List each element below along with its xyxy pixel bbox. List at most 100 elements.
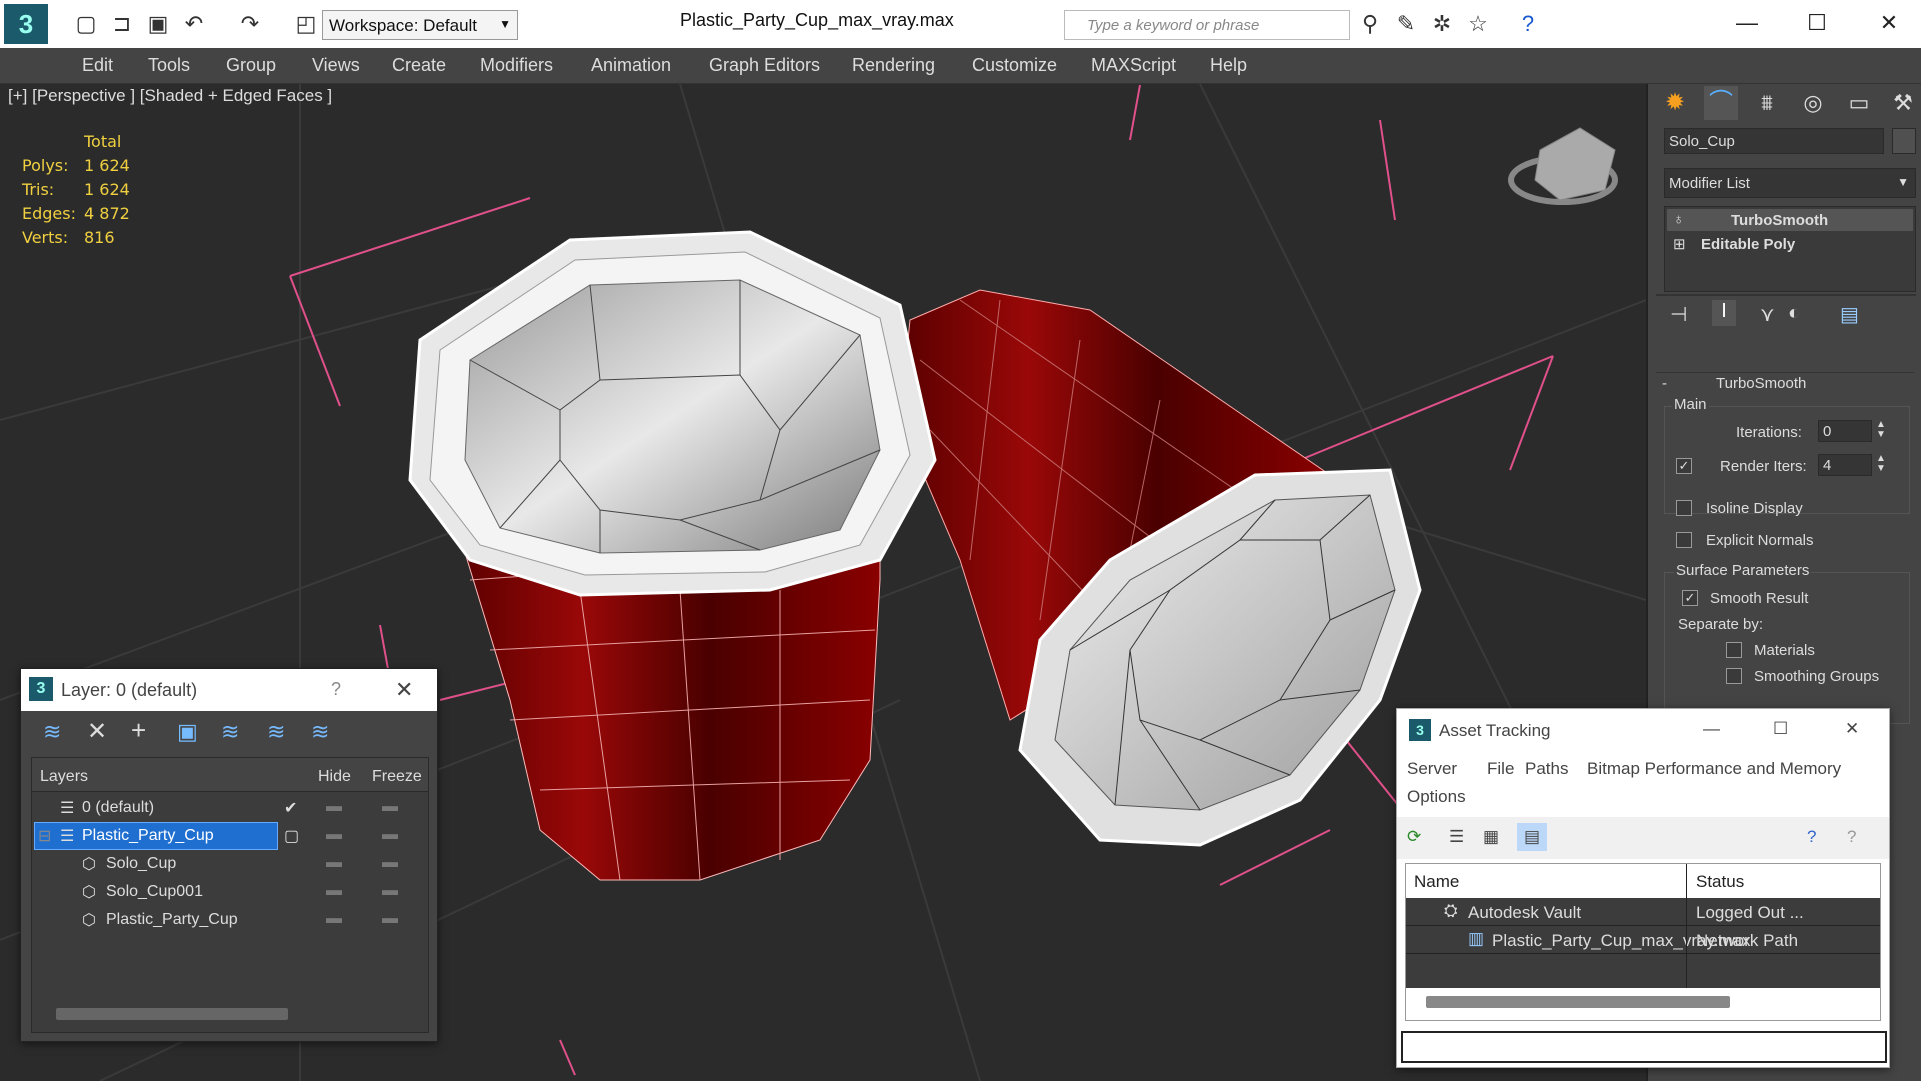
menu-modifiers[interactable]: Modifiers (480, 55, 553, 76)
object-color-swatch[interactable] (1892, 128, 1916, 154)
freeze-all-icon[interactable]: ≋ (311, 719, 329, 745)
save-icon[interactable]: ▣ (144, 10, 172, 38)
menu-create[interactable]: Create (392, 55, 446, 76)
hide-toggle[interactable]: ▬ (326, 826, 342, 844)
hide-toggle[interactable]: ▬ (326, 854, 342, 872)
col-name[interactable]: Name (1414, 872, 1459, 892)
menu-paths[interactable]: Paths (1525, 759, 1568, 779)
minimize-button[interactable]: — (1732, 8, 1762, 38)
freeze-toggle[interactable]: ▬ (382, 854, 398, 872)
project-folder-icon[interactable]: ◰ (292, 10, 320, 38)
menu-tools[interactable]: Tools (148, 55, 190, 76)
select-layer-icon[interactable]: ▣ (177, 719, 198, 745)
list-view-icon[interactable]: ☰ (1449, 827, 1464, 847)
menu-group[interactable]: Group (226, 55, 276, 76)
freeze-toggle[interactable]: ▬ (382, 882, 398, 900)
table-row[interactable]: ⬡ Plastic_Party_Cup ▬ ▬ (32, 906, 428, 934)
menu-help[interactable]: Help (1210, 55, 1247, 76)
hide-toggle[interactable]: ▬ (326, 910, 342, 928)
menu-customize[interactable]: Customize (972, 55, 1057, 76)
viewcube-widget[interactable] (1508, 127, 1618, 205)
make-unique-icon[interactable]: ⋎ (1760, 302, 1775, 327)
table-view-icon[interactable]: ▤ (1517, 823, 1547, 851)
new-file-icon[interactable]: ▢ (72, 10, 100, 38)
create-layer-icon[interactable]: ≋ (43, 719, 61, 745)
settings-help-icon[interactable]: ? (1847, 827, 1856, 847)
isoline-display-checkbox[interactable] (1676, 500, 1692, 516)
lightbulb-icon[interactable]: ♁ (1673, 211, 1684, 228)
table-row[interactable]: ⬡ Solo_Cup001 ▬ ▬ (32, 878, 428, 906)
highlight-layer-icon[interactable]: ≋ (221, 719, 239, 745)
hierarchy-tab-icon[interactable]: ⩩ (1750, 86, 1784, 120)
render-iters-checkbox[interactable]: ✓ (1676, 458, 1692, 474)
modifier-list-dropdown[interactable]: Modifier List ▼ (1664, 168, 1916, 198)
menu-server[interactable]: Server (1407, 759, 1457, 779)
menu-graph-editors[interactable]: Graph Editors (709, 55, 820, 76)
table-row[interactable]: ⛭ Autodesk Vault Logged Out ... (1406, 898, 1880, 926)
horizontal-scrollbar[interactable] (1426, 996, 1730, 1008)
community-icon[interactable]: ✲ (1428, 10, 1456, 38)
table-row[interactable]: ⊟ ☰ Plastic_Party_Cup ▢ ▬ ▬ (32, 822, 428, 850)
asset-info-field[interactable] (1401, 1031, 1887, 1063)
render-iters-spinner[interactable]: 4 (1818, 454, 1872, 476)
minimize-button[interactable]: — (1703, 719, 1720, 739)
maximize-button[interactable]: ☐ (1802, 8, 1832, 38)
search-input[interactable]: Type a keyword or phrase (1064, 10, 1350, 40)
expand-icon[interactable]: ⊞ (1673, 235, 1686, 253)
menu-options[interactable]: Options (1407, 787, 1466, 807)
remove-modifier-icon[interactable]: ◐ (1788, 302, 1800, 325)
horizontal-scrollbar[interactable] (56, 1008, 288, 1020)
modify-tab-icon[interactable]: ⌒ (1704, 86, 1738, 120)
smoothing-groups-checkbox[interactable] (1726, 668, 1742, 684)
col-hide[interactable]: Hide (318, 768, 351, 786)
undo-icon[interactable]: ↶ (180, 10, 208, 38)
table-row[interactable]: ☰ 0 (default) ✔ ▬ ▬ (32, 794, 428, 822)
refresh-icon[interactable]: ⟳ (1407, 827, 1421, 847)
freeze-toggle[interactable]: ▬ (382, 798, 398, 816)
close-button[interactable]: ✕ (395, 677, 413, 703)
spinner-arrows-icon[interactable]: ▲ ▼ (1876, 454, 1886, 474)
utilities-tab-icon[interactable]: ⚒ (1886, 86, 1920, 120)
delete-icon[interactable]: ✕ (87, 717, 107, 746)
help-icon[interactable]: ? (1807, 827, 1816, 847)
add-icon[interactable]: + (131, 715, 146, 746)
help-button[interactable]: ? (331, 679, 341, 700)
motion-tab-icon[interactable]: ◎ (1796, 86, 1830, 120)
stack-item-turbosmooth[interactable]: ♁ TurboSmooth (1667, 209, 1913, 231)
col-freeze[interactable]: Freeze (372, 768, 422, 786)
object-name-field[interactable]: Solo_Cup (1664, 128, 1884, 154)
menu-bitmap-performance[interactable]: Bitmap Performance and Memory (1587, 759, 1841, 779)
menu-animation[interactable]: Animation (591, 55, 671, 76)
close-button[interactable]: ✕ (1874, 8, 1904, 38)
layer-window-titlebar[interactable]: 3 Layer: 0 (default) ? ✕ (21, 669, 437, 711)
freeze-toggle[interactable]: ▬ (382, 826, 398, 844)
star-icon[interactable]: ☆ (1464, 10, 1492, 38)
display-tab-icon[interactable]: ▭ (1842, 86, 1876, 120)
thumbnail-view-icon[interactable]: ▦ (1483, 827, 1499, 847)
hide-all-icon[interactable]: ≋ (267, 719, 285, 745)
help-icon[interactable]: ? (1514, 10, 1542, 38)
materials-checkbox[interactable] (1726, 642, 1742, 658)
stack-item-editable-poly[interactable]: ⊞ Editable Poly (1667, 233, 1913, 255)
collapse-icon[interactable]: ⊟ (38, 826, 51, 846)
explicit-normals-checkbox[interactable] (1676, 532, 1692, 548)
hide-toggle[interactable]: ▬ (326, 798, 342, 816)
menu-edit[interactable]: Edit (82, 55, 113, 76)
binoculars-icon[interactable]: ⚲ (1356, 10, 1384, 38)
maximize-button[interactable]: ☐ (1773, 719, 1788, 739)
configure-sets-icon[interactable]: ▤ (1840, 302, 1859, 327)
pin-stack-icon[interactable]: ⊣ (1670, 302, 1687, 327)
current-layer-box-icon[interactable]: ▢ (284, 826, 299, 846)
show-end-result-icon[interactable]: I (1712, 300, 1736, 326)
viewport-label[interactable]: [+] [Perspective ] [Shaded + Edged Faces… (8, 86, 332, 106)
open-file-icon[interactable]: ⊐ (108, 10, 136, 38)
col-layers[interactable]: Layers (40, 768, 88, 786)
iterations-spinner[interactable]: 0 (1818, 420, 1872, 442)
create-tab-icon[interactable]: ✹ (1658, 86, 1692, 120)
hide-toggle[interactable]: ▬ (326, 882, 342, 900)
menu-file[interactable]: File (1487, 759, 1514, 779)
app-logo-icon[interactable]: 3 (4, 4, 48, 44)
close-button[interactable]: ✕ (1845, 719, 1859, 739)
spinner-arrows-icon[interactable]: ▲ ▼ (1876, 420, 1886, 440)
workspace-dropdown[interactable]: Workspace: Default ▼ (322, 10, 518, 40)
